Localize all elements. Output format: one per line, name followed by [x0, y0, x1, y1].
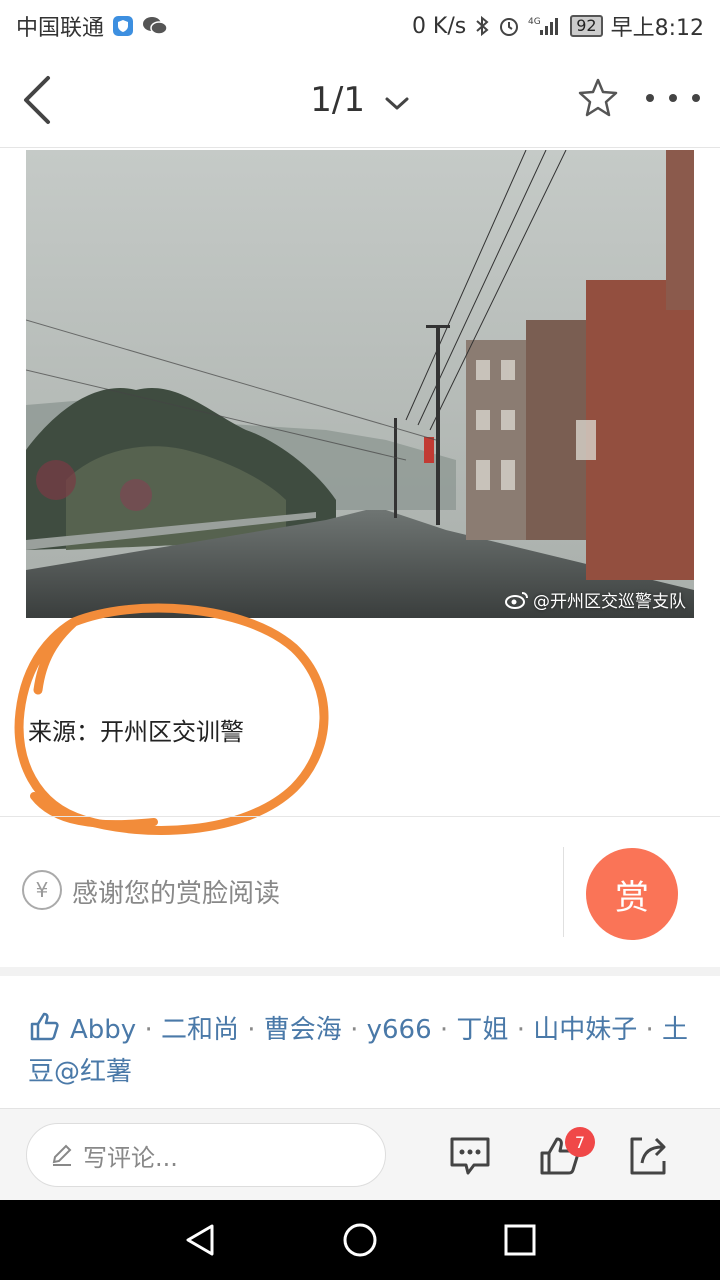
liker-name[interactable]: Abby — [70, 1015, 136, 1045]
status-right: 0 K/s 4G 92 早上8:12 — [412, 10, 704, 42]
source-text: 来源：开州区交训警 — [28, 718, 244, 746]
more-dot — [646, 94, 654, 102]
like-separator: · — [508, 1015, 534, 1045]
share-icon[interactable] — [626, 1133, 670, 1177]
like-count-badge: 7 — [565, 1127, 595, 1157]
liker-name[interactable]: y666 — [367, 1015, 432, 1045]
carrier-name: 中国联通 — [16, 16, 105, 41]
clock: 早上8:12 — [610, 16, 704, 41]
status-bar: 中国联通 0 K/s 4G 92 早上8:12 — [0, 0, 720, 52]
yen-icon: ¥ — [22, 870, 62, 910]
status-left: 中国联通 — [16, 10, 168, 42]
comment-input[interactable]: 写评论... — [26, 1123, 386, 1187]
rainy-road-photo — [26, 150, 694, 618]
net-speed: 0 K/s — [411, 13, 467, 39]
reward-separator — [563, 847, 564, 937]
chevron-down-icon — [384, 82, 410, 122]
liker-name[interactable]: 曹会海 — [264, 1015, 342, 1045]
reward-thanks-text: 感谢您的赏脸阅读 — [72, 879, 281, 909]
battery-icon: 92 — [570, 15, 603, 37]
liker-name[interactable]: 丁姐 — [456, 1015, 508, 1045]
back-triangle-icon[interactable] — [180, 1220, 220, 1260]
likes-names[interactable]: Abby · 二和尚 · 曹会海 · y666 · 丁姐 · 山中妹子 · 土豆… — [28, 1015, 688, 1087]
thumbs-up-icon — [28, 1010, 60, 1053]
bluetooth-icon — [474, 15, 490, 37]
more-dot — [692, 94, 700, 102]
signal-label: 4G — [528, 17, 541, 27]
shield-icon — [112, 15, 134, 37]
signal-icon: 4G — [528, 15, 562, 37]
star-icon[interactable] — [576, 76, 620, 120]
recents-square-icon[interactable] — [500, 1220, 540, 1260]
pencil-icon — [49, 1142, 75, 1168]
home-circle-icon[interactable] — [340, 1220, 380, 1260]
likes-list: Abby · 二和尚 · 曹会海 · y666 · 丁姐 · 山中妹子 · 土豆… — [28, 1010, 692, 1091]
section-gap — [0, 967, 720, 976]
system-navigation-bar — [0, 1200, 720, 1280]
like-separator: · — [431, 1015, 457, 1045]
comment-placeholder: 写评论... — [83, 1143, 178, 1172]
like-separator: · — [341, 1015, 367, 1045]
page-indicator: 1/1 — [310, 80, 365, 120]
alarm-icon — [498, 15, 520, 37]
like-separator: · — [136, 1015, 161, 1045]
more-icon[interactable] — [646, 88, 700, 108]
photo-watermark: @开州区交巡警支队 — [505, 587, 686, 612]
more-dot — [669, 94, 677, 102]
article-photo[interactable]: @开州区交巡警支队 — [26, 150, 694, 618]
liker-name[interactable]: 二和尚 — [161, 1015, 239, 1045]
like-separator: · — [239, 1015, 264, 1045]
wechat-icon — [142, 15, 168, 37]
like-separator: · — [637, 1015, 663, 1045]
liker-name[interactable]: 山中妹子 — [533, 1015, 637, 1045]
weibo-icon — [505, 590, 529, 610]
top-nav-bar: 1/1 — [0, 52, 720, 148]
comment-icon[interactable] — [448, 1133, 492, 1177]
reward-section: ¥ 感谢您的赏脸阅读 赏 — [0, 817, 720, 967]
bottom-comment-bar: 写评论... 7 — [0, 1109, 720, 1200]
reward-button[interactable]: 赏 — [586, 848, 678, 940]
watermark-text: @开州区交巡警支队 — [533, 592, 686, 612]
